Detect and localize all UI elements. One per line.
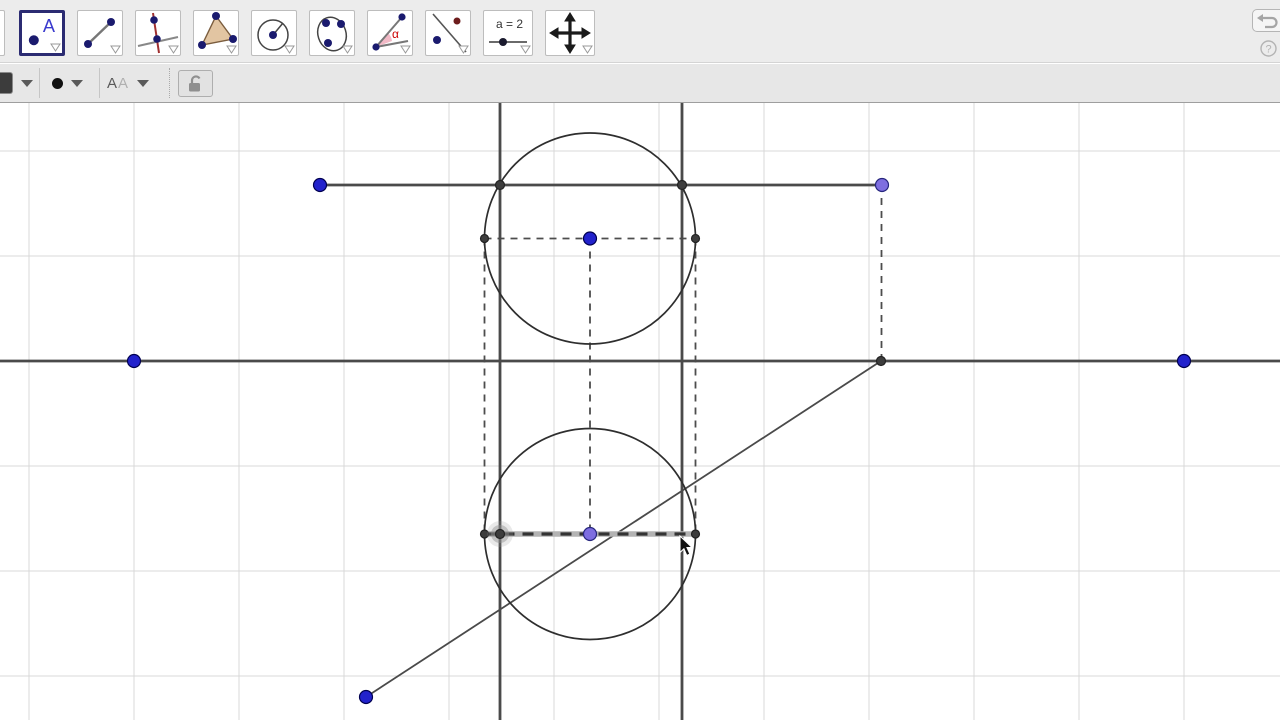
diagonal-segment[interactable]: [365, 360, 882, 698]
tool-dropdown-icon[interactable]: [168, 45, 179, 54]
color-style-button[interactable]: [0, 64, 33, 102]
point-diagonal-end[interactable]: [358, 689, 374, 705]
tool-dropdown-icon[interactable]: [458, 45, 469, 54]
point-segment-left[interactable]: [312, 177, 328, 193]
point-segment-right[interactable]: [874, 177, 890, 193]
chevron-down-icon: [71, 79, 83, 87]
point-on-line[interactable]: [875, 355, 887, 367]
point-top-circle-center[interactable]: [582, 231, 598, 246]
point-bottom-highlighted[interactable]: [494, 528, 506, 540]
help-button[interactable]: ?: [1260, 40, 1277, 57]
text-style-icon: AA: [107, 74, 130, 92]
tool-dropdown-icon[interactable]: [110, 45, 121, 54]
point-intersect-top-right[interactable]: [676, 179, 688, 191]
tool-dropdown-icon[interactable]: [520, 45, 531, 54]
point-intersect-top-left[interactable]: [494, 179, 506, 191]
tool-dropdown-icon[interactable]: [50, 43, 61, 52]
svg-text:A: A: [43, 16, 56, 36]
color-swatch: [0, 72, 13, 94]
toolbar: A α a = 2 ?: [0, 0, 1280, 63]
tool-button-conic[interactable]: [309, 10, 355, 56]
svg-text:α: α: [392, 27, 399, 41]
tool-button-point[interactable]: A: [19, 10, 65, 56]
point-circle-west[interactable]: [479, 233, 490, 244]
tool-button-polygon[interactable]: [193, 10, 239, 56]
tool-button-reflection[interactable]: [425, 10, 471, 56]
graphics-view[interactable]: [0, 103, 1280, 720]
svg-text:a = 2: a = 2: [496, 17, 523, 31]
chevron-down-icon: [137, 79, 150, 87]
geogebra-window: A α a = 2 ? AA: [0, 0, 1280, 720]
tool-button-slider[interactable]: a = 2: [483, 10, 533, 56]
point-line-right[interactable]: [1176, 353, 1192, 369]
chevron-down-icon: [21, 79, 33, 87]
point-bottom-circle-center[interactable]: [582, 526, 598, 542]
tool-button-segment[interactable]: [77, 10, 123, 56]
help-icon: ?: [1260, 40, 1277, 57]
tool-button-move-graphics[interactable]: [545, 10, 595, 56]
tool-button-circle[interactable]: [251, 10, 297, 56]
tool-button-move[interactable]: [0, 10, 5, 56]
undo-button[interactable]: [1252, 9, 1280, 32]
svg-text:?: ?: [1266, 44, 1272, 56]
point-line-left[interactable]: [126, 353, 142, 369]
tool-dropdown-icon[interactable]: [284, 45, 295, 54]
tool-button-angle[interactable]: α: [367, 10, 413, 56]
tool-button-line[interactable]: [135, 10, 181, 56]
tool-dropdown-icon[interactable]: [400, 45, 411, 54]
tool-dropdown-icon[interactable]: [342, 45, 353, 54]
point-circle-east[interactable]: [690, 233, 701, 244]
style-bar: AA: [0, 64, 1280, 103]
text-style-button[interactable]: AA: [107, 64, 150, 102]
undo-icon: [1257, 14, 1278, 29]
tool-dropdown-icon[interactable]: [582, 45, 593, 54]
point-bottom-east[interactable]: [690, 529, 701, 539]
lock-button[interactable]: [178, 70, 213, 97]
point-style-icon: [52, 77, 63, 89]
graphics-canvas[interactable]: [0, 103, 1280, 720]
point-style-button[interactable]: [52, 64, 83, 102]
tool-dropdown-icon[interactable]: [226, 45, 237, 54]
unlock-icon: [188, 74, 200, 91]
